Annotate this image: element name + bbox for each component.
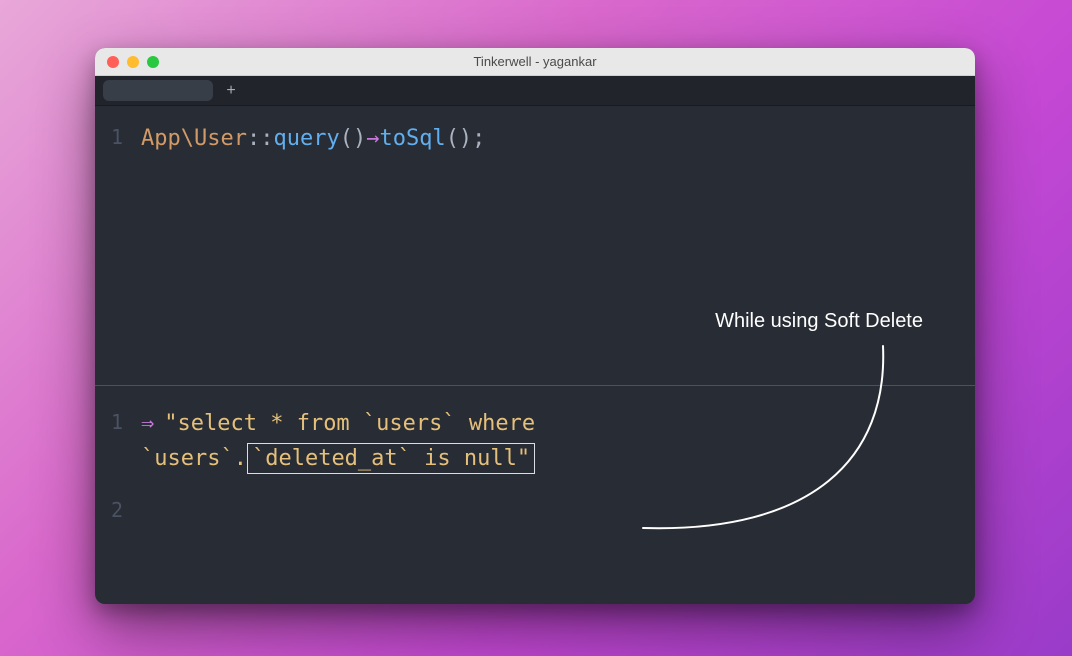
output-string-part: "select * from `users` where (164, 411, 535, 436)
token-scope: :: (247, 126, 274, 151)
result-arrow-icon: ⇒ (141, 411, 154, 436)
tab-active[interactable] (103, 80, 213, 101)
token-parens: () (340, 126, 367, 151)
output-pane[interactable]: 1 ⇒ "select * from `users` where `users`.… (95, 386, 975, 526)
line-number: 1 (95, 121, 141, 153)
maximize-icon[interactable] (147, 56, 159, 68)
titlebar: Tinkerwell - yagankar (95, 48, 975, 76)
traffic-lights (95, 56, 159, 68)
tabbar: + (95, 76, 975, 106)
line-number: 2 (95, 494, 141, 526)
annotation-label: While using Soft Delete (715, 310, 923, 333)
output-string-part: `users`. (141, 446, 247, 471)
app-window: Tinkerwell - yagankar + 1 App\User::quer… (95, 48, 975, 604)
window-title: Tinkerwell - yagankar (473, 54, 596, 69)
output-string-highlight: `deleted_at` is null" (252, 446, 530, 471)
editor-pane[interactable]: 1 App\User::query()→toSql(); While using… (95, 106, 975, 386)
code-line: 1 App\User::query()→toSql(); (95, 121, 975, 156)
token-function: toSql (379, 126, 445, 151)
highlighted-segment: `deleted_at` is null" (247, 443, 535, 474)
token-function: query (273, 126, 339, 151)
output-line: 2 (95, 494, 975, 526)
tab-add-button[interactable]: + (217, 76, 245, 105)
line-number: 1 (95, 406, 141, 438)
minimize-icon[interactable] (127, 56, 139, 68)
token-arrow: → (366, 126, 379, 151)
output-line: 1 ⇒ "select * from `users` where `users`.… (95, 406, 975, 476)
close-icon[interactable] (107, 56, 119, 68)
token-parens: (); (446, 126, 486, 151)
code-content[interactable]: App\User::query()→toSql(); (141, 121, 975, 156)
output-content: ⇒ "select * from `users` where `users`.`d… (141, 406, 975, 476)
token-namespace: App\User (141, 126, 247, 151)
